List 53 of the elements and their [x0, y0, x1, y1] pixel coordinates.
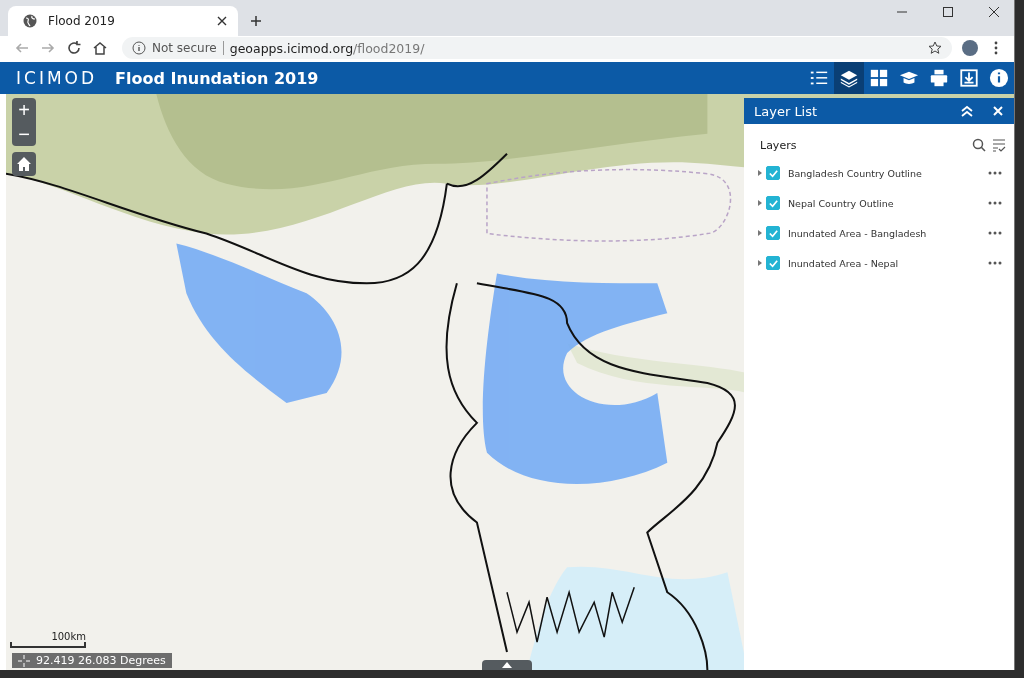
layer-name[interactable]: Inundated Area - Bangladesh	[788, 227, 984, 239]
layer-name[interactable]: Nepal Country Outline	[788, 197, 984, 209]
more-options-icon[interactable]	[988, 261, 1002, 265]
zoom-in-button[interactable]: +	[12, 98, 36, 122]
expand-caret-icon[interactable]	[758, 260, 762, 266]
browser-tab[interactable]: Flood 2019	[8, 6, 238, 36]
expand-caret-icon[interactable]	[758, 170, 762, 176]
info-icon	[989, 68, 1009, 88]
tab-title: Flood 2019	[48, 14, 116, 28]
scale-label: 100km	[51, 631, 86, 642]
collapse-icon[interactable]	[960, 104, 974, 118]
layer-checkbox[interactable]	[766, 166, 780, 180]
home-button[interactable]	[12, 152, 36, 176]
panel-title: Layer List	[754, 103, 819, 119]
app-title: Flood Inundation 2019	[115, 68, 319, 88]
grid-icon	[869, 68, 889, 88]
more-options-icon[interactable]	[988, 201, 1002, 205]
layers-heading: Layers	[760, 138, 798, 152]
logo-text: ICIMOD	[16, 68, 98, 88]
maximize-icon[interactable]	[942, 6, 954, 18]
crosshair-icon	[18, 654, 30, 667]
url-text: geoapps.icimod.org/flood2019/	[229, 40, 426, 56]
search-icon[interactable]	[972, 138, 986, 152]
printer-icon	[929, 68, 949, 88]
address-bar[interactable]: Not secure geoapps.icimod.org/flood2019/	[122, 37, 952, 59]
home-icon	[16, 156, 32, 172]
layer-checkbox[interactable]	[766, 256, 780, 270]
close-icon[interactable]	[988, 6, 1000, 18]
globe-icon	[22, 13, 38, 29]
layer-checkbox[interactable]	[766, 226, 780, 240]
expand-panel-button[interactable]	[482, 660, 532, 670]
download-icon	[959, 68, 979, 88]
layers-icon	[839, 68, 859, 88]
info-icon	[132, 41, 146, 55]
profile-avatar[interactable]	[962, 40, 978, 56]
reload-icon[interactable]	[66, 40, 82, 56]
filter-list-icon[interactable]	[992, 138, 1006, 152]
new-tab-icon[interactable]	[250, 15, 262, 27]
expand-caret-icon[interactable]	[758, 200, 762, 206]
close-icon[interactable]	[216, 15, 228, 27]
layers-tool-button[interactable]	[834, 62, 864, 94]
more-options-icon[interactable]	[988, 231, 1002, 235]
expand-caret-icon[interactable]	[758, 230, 762, 236]
zoom-out-button[interactable]: −	[12, 122, 36, 146]
layer-checkbox[interactable]	[766, 196, 780, 210]
layer-name[interactable]: Inundated Area - Nepal	[788, 257, 984, 269]
caret-up-icon	[502, 662, 512, 668]
security-label: Not secure	[152, 41, 217, 55]
home-icon[interactable]	[92, 40, 108, 56]
coordinates-text: 92.419 26.083 Degrees	[36, 654, 166, 667]
layer-name[interactable]: Bangladesh Country Outline	[788, 167, 984, 179]
star-icon[interactable]	[928, 41, 942, 55]
more-options-icon[interactable]	[988, 171, 1002, 175]
